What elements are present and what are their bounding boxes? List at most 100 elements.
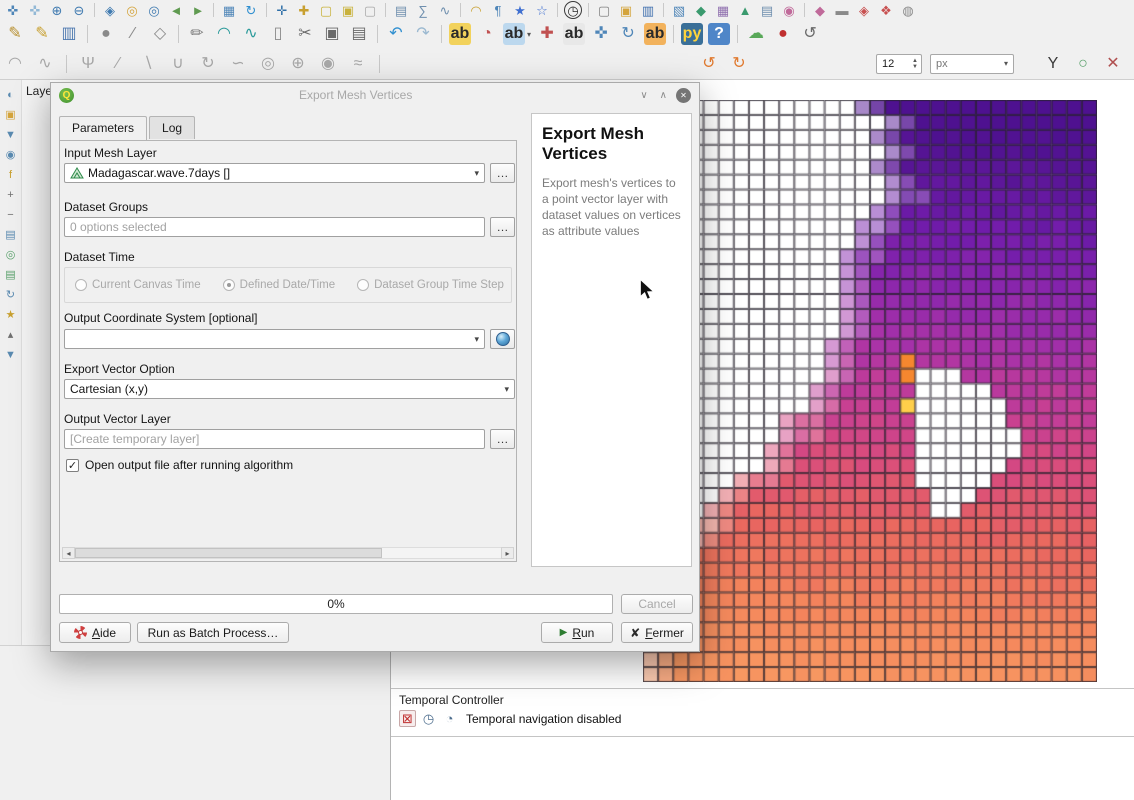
help-contents-icon[interactable]: ? — [708, 23, 730, 45]
map-themes-icon[interactable]: ◉ — [4, 148, 18, 162]
toolbar-overflow-icon[interactable]: ✕ — [1102, 53, 1124, 75]
digitize-point-icon[interactable]: ● — [95, 23, 117, 45]
field-calculator-icon[interactable]: ∑ — [414, 1, 432, 19]
digitize-curve-icon[interactable]: ◠ — [213, 23, 235, 45]
label-options-icon[interactable]: ab — [503, 23, 525, 45]
move-label-icon[interactable]: ✜ — [590, 23, 612, 45]
show-bookmarks-icon[interactable]: ☆ — [533, 1, 551, 19]
select-crs-button[interactable] — [490, 329, 515, 349]
open-attribute-table-icon[interactable]: ▤ — [392, 1, 410, 19]
new-map-view-icon[interactable]: ▦ — [220, 1, 238, 19]
layout-manager-icon[interactable]: ▬ — [833, 1, 851, 19]
dropdown-arrow-icon[interactable]: ▾ — [527, 30, 531, 39]
pin-labels-icon[interactable]: ✚ — [536, 23, 558, 45]
processing-history-icon[interactable]: ↺ — [799, 23, 821, 45]
paste-features-icon[interactable]: ▤ — [348, 23, 370, 45]
zoom-next-icon[interactable]: ► — [189, 1, 207, 19]
split-parts-icon[interactable]: ∖ — [137, 53, 159, 75]
plugin-manager-icon[interactable]: ☁ — [745, 23, 767, 45]
temporal-controller-icon[interactable]: ◷ — [564, 1, 582, 19]
toggle-editing-icon[interactable]: ✎ — [31, 23, 53, 45]
run-as-batch-button[interactable]: Run as Batch Process… — [137, 622, 289, 643]
input-mesh-layer-browse-button[interactable]: … — [490, 163, 515, 183]
animated-navigation-icon[interactable]: ◔ — [441, 710, 458, 727]
new-project-icon[interactable]: ▢ — [595, 1, 613, 19]
measure-line-icon[interactable]: ◠ — [467, 1, 485, 19]
size-spinbox[interactable]: 12▲▼ — [876, 54, 922, 74]
zoom-full-icon[interactable]: ◈ — [101, 1, 119, 19]
redo-icon[interactable]: ↷ — [412, 23, 434, 45]
simplify-feature-icon[interactable]: ∽ — [227, 53, 249, 75]
digitize-polygon-icon[interactable]: ◇ — [149, 23, 171, 45]
reshape-features-icon[interactable]: Ψ — [77, 53, 99, 75]
report-issue-icon[interactable]: ● — [772, 23, 794, 45]
show-overview-icon[interactable]: ◎ — [4, 248, 18, 262]
deselect-features-icon[interactable]: ▢ — [361, 1, 379, 19]
tab-log[interactable]: Log — [149, 116, 195, 139]
statistical-summary-icon[interactable]: ∿ — [436, 1, 454, 19]
export-vector-option-combo[interactable]: Cartesian (x,y) ▾ — [64, 379, 515, 399]
merge-features-icon[interactable]: ∪ — [167, 53, 189, 75]
options-icon[interactable]: ◍ — [899, 1, 917, 19]
python-console-icon[interactable]: py — [681, 23, 703, 45]
cut-features-icon[interactable]: ✂ — [294, 23, 316, 45]
stream-digitize-icon[interactable]: ∿ — [240, 23, 262, 45]
favorites-icon[interactable]: ★ — [4, 308, 18, 322]
shape-digitizing-icon[interactable]: ○ — [1072, 53, 1094, 75]
run-button[interactable]: ▶ Run — [541, 622, 613, 643]
chevron-down-icon[interactable]: ∨ — [637, 90, 650, 101]
expand-all-icon[interactable]: + — [4, 188, 18, 202]
output-vector-layer-browse-button[interactable]: … — [490, 429, 515, 449]
rotate-label-icon[interactable]: ↻ — [617, 23, 639, 45]
zoom-out-icon[interactable]: ⊖ — [70, 1, 88, 19]
output-crs-combo[interactable]: ▾ — [64, 329, 485, 349]
zoom-to-selection-icon[interactable]: ◎ — [123, 1, 141, 19]
scrollbar-track[interactable] — [75, 547, 501, 559]
close-button[interactable]: ✘ Fermer — [621, 622, 693, 643]
current-edits-icon[interactable]: ✎ — [4, 23, 26, 45]
zoom-to-layer-icon[interactable]: ◎ — [145, 1, 163, 19]
identify-features-icon[interactable]: ✛ — [273, 1, 291, 19]
highlight-labels-icon[interactable]: ab — [563, 23, 585, 45]
add-vector-layer-icon[interactable]: ◆ — [692, 1, 710, 19]
filter-legend-icon[interactable]: ▼ — [4, 128, 18, 142]
delete-selected-icon[interactable]: ▯ — [267, 23, 289, 45]
layer-styling-icon[interactable]: ◐ — [4, 88, 18, 102]
radio-defined-date-time[interactable]: Defined Date/Time — [223, 279, 335, 291]
filter-expression-icon[interactable]: f — [4, 168, 18, 182]
horizontal-scrollbar[interactable]: ◂ ▸ — [62, 547, 514, 559]
collapse-tree-icon[interactable]: ▴ — [4, 328, 18, 342]
add-delimited-text-icon[interactable]: ▤ — [758, 1, 776, 19]
radio-current-canvas-time[interactable]: Current Canvas Time — [75, 279, 201, 291]
add-raster-layer-icon[interactable]: ▦ — [714, 1, 732, 19]
split-features-icon[interactable]: ∕ — [107, 53, 129, 75]
refresh-map-icon[interactable]: ↻ — [242, 1, 260, 19]
scroll-left-icon[interactable]: ◂ — [62, 547, 75, 559]
radio-dataset-group-time-step[interactable]: Dataset Group Time Step — [357, 279, 504, 291]
map-tips-icon[interactable]: ¶ — [489, 1, 507, 19]
pan-to-selection-icon[interactable]: ✜ — [26, 1, 44, 19]
tab-parameters[interactable]: Parameters — [59, 116, 147, 140]
add-wms-layer-icon[interactable]: ◉ — [780, 1, 798, 19]
dialog-titlebar[interactable]: Q Export Mesh Vertices ∨ ∧ ✕ — [51, 83, 699, 107]
pan-map-icon[interactable]: ✜ — [4, 1, 22, 19]
dataset-groups-field[interactable]: 0 options selected — [64, 217, 485, 237]
add-group-icon[interactable]: ▣ — [4, 108, 18, 122]
trace-digitize-icon[interactable]: ∿ — [34, 53, 56, 75]
run-feature-action-icon[interactable]: ✚ — [295, 1, 313, 19]
collapse-all-icon[interactable]: − — [4, 208, 18, 222]
offset-curve-icon[interactable]: ≈ — [347, 53, 369, 75]
add-part-icon[interactable]: ⊕ — [287, 53, 309, 75]
snapping-options-icon[interactable]: ◠ — [4, 53, 26, 75]
layer-labeling-icon[interactable]: ab — [449, 23, 471, 45]
digitize-line-icon[interactable]: ∕ — [122, 23, 144, 45]
processing-toolbox-icon[interactable]: ❖ — [877, 1, 895, 19]
output-vector-layer-field[interactable]: [Create temporary layer] — [64, 429, 485, 449]
save-layer-edits-icon[interactable]: ▥ — [58, 23, 80, 45]
vertex-tool-icon[interactable]: ✏ — [186, 23, 208, 45]
chevron-up-icon[interactable]: ∧ — [657, 90, 670, 101]
rotate-feature-icon[interactable]: ↻ — [197, 53, 219, 75]
add-mesh-layer-icon[interactable]: ▲ — [736, 1, 754, 19]
filter-browser-icon[interactable]: ▼ — [4, 348, 18, 362]
dataset-groups-browse-button[interactable]: … — [490, 217, 515, 237]
